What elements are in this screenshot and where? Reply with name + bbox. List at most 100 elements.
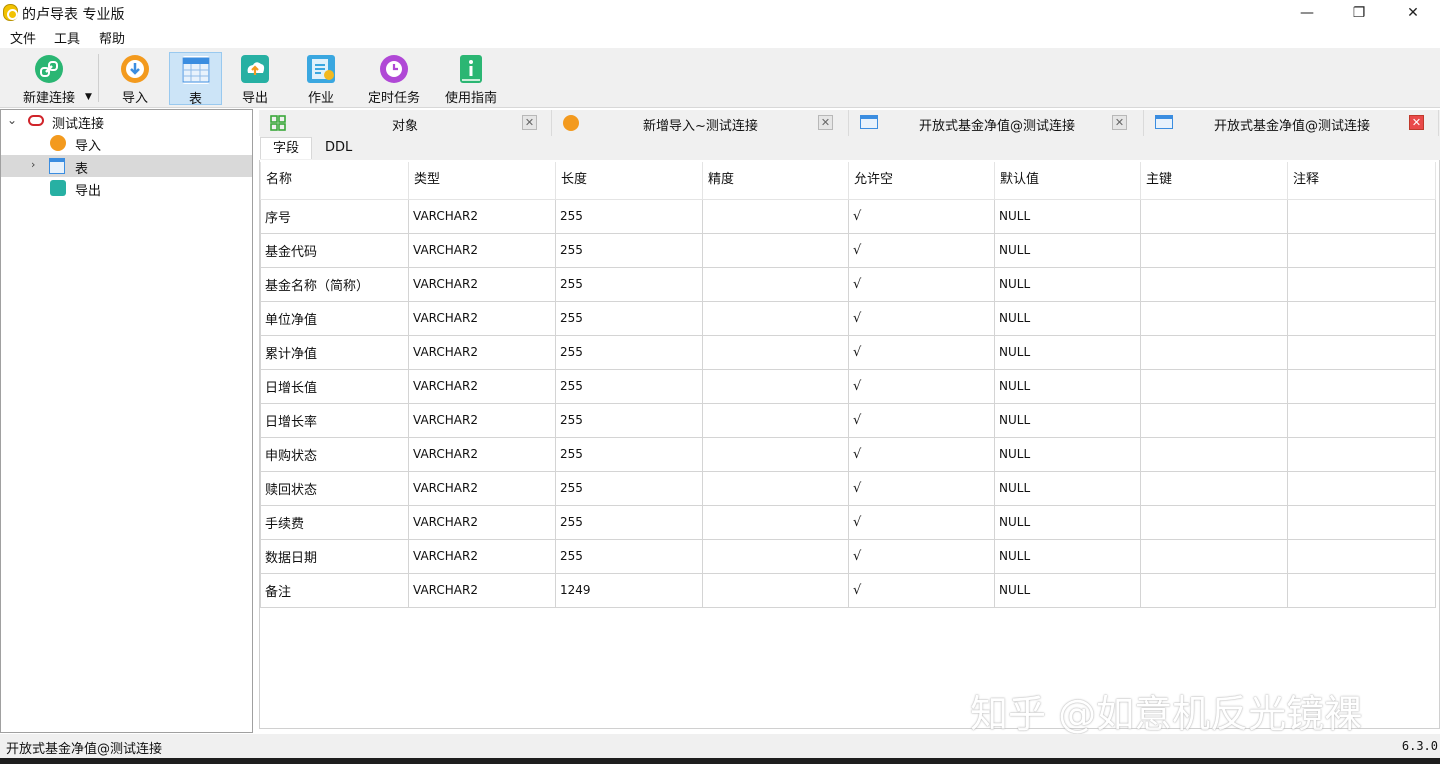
table-cell[interactable]: VARCHAR2: [408, 538, 556, 574]
table-row[interactable]: 申购状态 VARCHAR2 255 √ NULL: [260, 436, 1436, 472]
table-cell[interactable]: 赎回状态: [260, 470, 409, 506]
table-cell[interactable]: NULL: [994, 198, 1141, 234]
table-cell[interactable]: 备注: [260, 572, 409, 608]
table-cell[interactable]: [1140, 300, 1288, 336]
table-cell[interactable]: VARCHAR2: [408, 300, 556, 336]
column-header[interactable]: 注释: [1287, 162, 1436, 200]
expand-arrow-icon[interactable]: ›: [31, 158, 35, 171]
tab-objects[interactable]: 对象 ✕: [259, 110, 552, 136]
table-row[interactable]: 日增长率 VARCHAR2 255 √ NULL: [260, 402, 1436, 438]
table-cell[interactable]: 255: [555, 334, 703, 370]
tab-new-import[interactable]: 新增导入~测试连接 ✕: [553, 110, 849, 136]
table-cell[interactable]: 数据日期: [260, 538, 409, 574]
minimize-button[interactable]: —: [1284, 0, 1330, 25]
column-header[interactable]: 默认值: [994, 162, 1141, 200]
table-cell[interactable]: VARCHAR2: [408, 470, 556, 506]
table-cell[interactable]: 基金代码: [260, 232, 409, 268]
new-connection-button[interactable]: 新建连接: [14, 52, 84, 106]
tree-item-table[interactable]: › 表: [1, 155, 252, 177]
table-cell[interactable]: NULL: [994, 402, 1141, 438]
column-header[interactable]: 类型: [408, 162, 556, 200]
tree-item-export[interactable]: 导出: [1, 177, 252, 199]
table-cell[interactable]: [1140, 504, 1288, 540]
table-cell[interactable]: [1140, 368, 1288, 404]
table-cell[interactable]: 1249: [555, 572, 703, 608]
tab-close-icon[interactable]: ✕: [1112, 115, 1127, 130]
table-cell[interactable]: NULL: [994, 266, 1141, 302]
scheduled-task-button[interactable]: 定时任务: [364, 52, 424, 106]
table-cell[interactable]: √: [848, 538, 995, 574]
table-cell[interactable]: [702, 334, 849, 370]
table-cell[interactable]: [1287, 368, 1436, 404]
table-cell[interactable]: VARCHAR2: [408, 232, 556, 268]
table-cell[interactable]: √: [848, 300, 995, 336]
column-header[interactable]: 精度: [702, 162, 849, 200]
close-button[interactable]: ✕: [1390, 0, 1436, 25]
table-cell[interactable]: [1287, 436, 1436, 472]
table-cell[interactable]: 255: [555, 504, 703, 540]
table-button[interactable]: 表: [169, 52, 222, 107]
table-cell[interactable]: [1287, 538, 1436, 574]
table-cell[interactable]: √: [848, 436, 995, 472]
table-cell[interactable]: [702, 504, 849, 540]
table-cell[interactable]: [1287, 198, 1436, 234]
table-cell[interactable]: 255: [555, 436, 703, 472]
table-cell[interactable]: 255: [555, 300, 703, 336]
table-cell[interactable]: [1140, 538, 1288, 574]
table-row[interactable]: 累计净值 VARCHAR2 255 √ NULL: [260, 334, 1436, 370]
table-cell[interactable]: [702, 300, 849, 336]
table-cell[interactable]: NULL: [994, 538, 1141, 574]
table-cell[interactable]: [1140, 402, 1288, 438]
table-row[interactable]: 赎回状态 VARCHAR2 255 √ NULL: [260, 470, 1436, 506]
table-cell[interactable]: [1140, 334, 1288, 370]
table-cell[interactable]: [1140, 572, 1288, 608]
subtab-fields[interactable]: 字段: [260, 137, 313, 159]
table-cell[interactable]: √: [848, 368, 995, 404]
table-cell[interactable]: √: [848, 470, 995, 506]
table-cell[interactable]: [1140, 198, 1288, 234]
table-cell[interactable]: NULL: [994, 232, 1141, 268]
export-button[interactable]: 导出: [232, 52, 278, 106]
table-cell[interactable]: NULL: [994, 300, 1141, 336]
table-cell[interactable]: [702, 368, 849, 404]
tab-close-icon[interactable]: ✕: [522, 115, 537, 130]
column-header[interactable]: 长度: [555, 162, 703, 200]
table-row[interactable]: 备注 VARCHAR2 1249 √ NULL: [260, 572, 1436, 608]
column-header[interactable]: 允许空: [848, 162, 995, 200]
job-button[interactable]: 作业: [298, 52, 344, 106]
table-row[interactable]: 数据日期 VARCHAR2 255 √ NULL: [260, 538, 1436, 574]
tree-item-connection[interactable]: ⌄ 测试连接: [1, 110, 252, 132]
table-cell[interactable]: √: [848, 198, 995, 234]
table-cell[interactable]: [1287, 402, 1436, 438]
table-cell[interactable]: 255: [555, 232, 703, 268]
table-cell[interactable]: 日增长率: [260, 402, 409, 438]
table-cell[interactable]: NULL: [994, 504, 1141, 540]
table-cell[interactable]: [1287, 300, 1436, 336]
table-cell[interactable]: [702, 436, 849, 472]
table-cell[interactable]: 255: [555, 266, 703, 302]
table-cell[interactable]: [702, 402, 849, 438]
table-cell[interactable]: [1140, 436, 1288, 472]
table-cell[interactable]: [1287, 470, 1436, 506]
table-row[interactable]: 日增长值 VARCHAR2 255 √ NULL: [260, 368, 1436, 404]
table-cell[interactable]: VARCHAR2: [408, 368, 556, 404]
table-cell[interactable]: VARCHAR2: [408, 334, 556, 370]
table-cell[interactable]: [702, 198, 849, 234]
menu-help[interactable]: 帮助: [99, 28, 125, 47]
table-cell[interactable]: 255: [555, 368, 703, 404]
import-button[interactable]: 导入: [112, 52, 158, 106]
menu-file[interactable]: 文件: [10, 28, 36, 47]
table-row[interactable]: 基金名称（简称） VARCHAR2 255 √ NULL: [260, 266, 1436, 302]
table-cell[interactable]: [702, 266, 849, 302]
tab-fund-table-1[interactable]: 开放式基金净值@测试连接 ✕: [850, 110, 1144, 136]
table-cell[interactable]: 序号: [260, 198, 409, 234]
collapse-arrow-icon[interactable]: ⌄: [7, 113, 17, 127]
table-cell[interactable]: NULL: [994, 436, 1141, 472]
table-cell[interactable]: VARCHAR2: [408, 504, 556, 540]
menu-tools[interactable]: 工具: [54, 28, 80, 47]
table-cell[interactable]: 申购状态: [260, 436, 409, 472]
table-row[interactable]: 基金代码 VARCHAR2 255 √ NULL: [260, 232, 1436, 268]
table-cell[interactable]: NULL: [994, 572, 1141, 608]
table-cell[interactable]: 日增长值: [260, 368, 409, 404]
table-row[interactable]: 序号 VARCHAR2 255 √ NULL: [260, 198, 1436, 234]
